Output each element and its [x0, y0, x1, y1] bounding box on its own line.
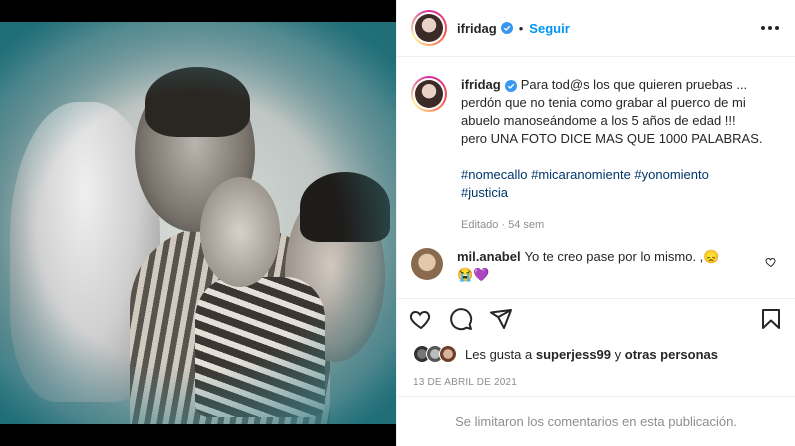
- photo-vignette: [0, 22, 396, 424]
- comment-extra: 😭💜: [457, 267, 490, 282]
- verified-badge-icon: [504, 79, 517, 92]
- author-avatar[interactable]: [411, 10, 447, 46]
- post-actions: [397, 298, 795, 338]
- likes-connector: y: [614, 346, 622, 362]
- bookmark-icon[interactable]: [759, 307, 783, 331]
- verified-badge-icon: [500, 22, 513, 34]
- caption-username[interactable]: ifridag: [461, 77, 501, 92]
- caption-hashtags[interactable]: #nomecallo #micaranomiente #yonomiento #…: [461, 166, 771, 202]
- likes-summary[interactable]: Les gusta a superjess99 y otras personas: [413, 345, 718, 363]
- post-header: ifridag • Seguir: [397, 0, 795, 57]
- post-photo-panel[interactable]: [0, 0, 396, 446]
- comment-icon[interactable]: [449, 307, 473, 331]
- header-separator: •: [518, 20, 524, 36]
- comment-like-heart-icon[interactable]: [765, 256, 777, 268]
- heart-icon[interactable]: [409, 307, 433, 331]
- more-options-icon[interactable]: [761, 26, 779, 30]
- likes-user[interactable]: superjess99: [536, 347, 611, 362]
- comment-text: Yo te creo pase por lo mismo. ,😞: [524, 249, 720, 264]
- post-photo[interactable]: [0, 22, 396, 424]
- liker-avatar: [439, 345, 457, 363]
- comments-section[interactable]: ifridag Para tod@s los que quieren prueba…: [397, 58, 795, 298]
- likes-prefix: Les gusta a: [465, 346, 533, 362]
- commenter-avatar[interactable]: [411, 248, 443, 280]
- share-icon[interactable]: [489, 307, 513, 331]
- likers-avatars: [413, 345, 457, 363]
- comment-username[interactable]: mil.anabel: [457, 249, 521, 264]
- follow-button[interactable]: Seguir: [529, 21, 569, 36]
- comment-body: mil.anabel Yo te creo pase por lo mismo. …: [457, 248, 747, 284]
- caption-body: ifridag Para tod@s los que quieren prueba…: [461, 76, 771, 234]
- author-username[interactable]: ifridag: [457, 21, 497, 36]
- likes-others[interactable]: otras personas: [625, 347, 718, 362]
- post-sidebar: ifridag • Seguir ifridag Para tod@s los q…: [396, 0, 795, 446]
- caption-meta: Editado · 54 sem: [461, 219, 545, 231]
- caption: ifridag Para tod@s los que quieren prueba…: [411, 76, 779, 234]
- caption-avatar[interactable]: [411, 76, 447, 112]
- comment-item: mil.anabel Yo te creo pase por lo mismo. …: [411, 248, 779, 284]
- comments-disabled-notice: Se limitaron los comentarios en esta pub…: [397, 396, 795, 446]
- post-date[interactable]: 13 DE ABRIL DE 2021: [413, 377, 517, 388]
